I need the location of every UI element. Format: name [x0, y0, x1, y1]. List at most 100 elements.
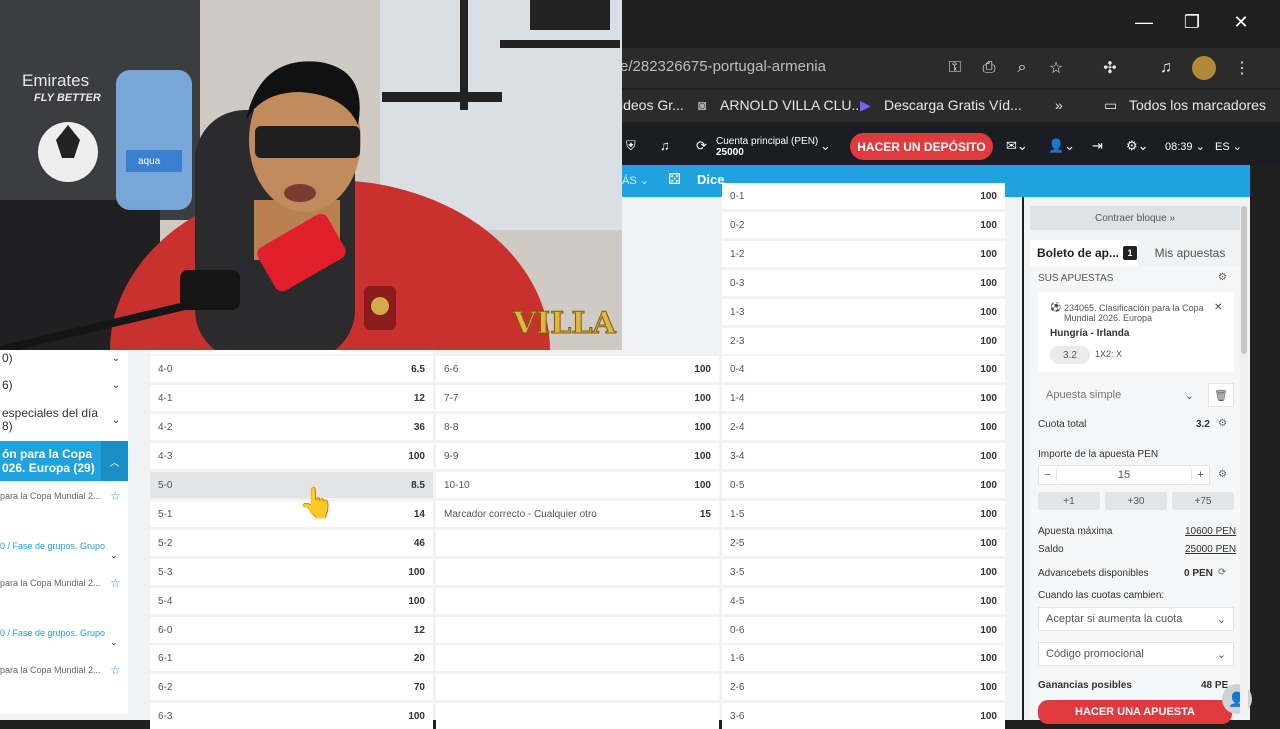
- score-cell[interactable]: 6-0 12: [150, 617, 433, 643]
- refresh-icon[interactable]: ⟳: [1218, 567, 1226, 578]
- scrollbar-thumb[interactable]: [1241, 206, 1247, 354]
- star-icon[interactable]: ☆: [1044, 56, 1068, 80]
- score-cell[interactable]: 2-3 100: [722, 328, 1005, 354]
- league-link[interactable]: para la Copa Mundial 2...: [0, 578, 101, 588]
- score-cell[interactable]: 0-1 100: [722, 183, 1005, 209]
- league-link[interactable]: para la Copa Mundial 2...: [0, 491, 101, 501]
- score-cell[interactable]: 2-6 100: [722, 674, 1005, 700]
- chevron-down-icon[interactable]: ⌄: [110, 637, 118, 648]
- score-cell[interactable]: 6-6 100: [436, 356, 719, 382]
- minimize-icon[interactable]: —: [1120, 0, 1168, 44]
- score-cell[interactable]: 8-8 100: [436, 414, 719, 440]
- score-cell[interactable]: 0-2 100: [722, 212, 1005, 238]
- trash-icon[interactable]: 🗑: [1208, 383, 1234, 407]
- sidebar-item[interactable]: especiales del día 8) ⌄: [0, 405, 128, 435]
- league-sub[interactable]: 0 / Fase de grupos. Grupo: [0, 541, 105, 551]
- install-icon[interactable]: ⎙: [977, 56, 1001, 80]
- max-bet-value[interactable]: 10600 PEN: [1185, 526, 1236, 537]
- language-select[interactable]: ES ⌄: [1215, 140, 1242, 153]
- star-icon[interactable]: ☆: [110, 576, 121, 590]
- score-cell[interactable]: 4-3 100: [150, 443, 433, 469]
- score-cell[interactable]: 9-9 100: [436, 443, 719, 469]
- score-cell[interactable]: 1-5 100: [722, 501, 1005, 527]
- score-cell[interactable]: 6-1 20: [150, 645, 433, 671]
- plus-icon[interactable]: +: [1191, 469, 1209, 481]
- promo-code-select[interactable]: Código promocional ⌄: [1038, 642, 1234, 666]
- stake-stepper[interactable]: −15 +: [1038, 465, 1210, 485]
- star-icon[interactable]: ☆: [110, 489, 121, 503]
- bet-type-select[interactable]: Apuesta simple ⌄: [1038, 383, 1202, 407]
- gear-icon[interactable]: ⚙: [1218, 272, 1227, 283]
- gear-icon[interactable]: ⚙⌄: [1126, 138, 1149, 154]
- extensions-icon[interactable]: ✣: [1098, 56, 1122, 80]
- bell-icon[interactable]: ♫: [660, 138, 670, 153]
- score-cell[interactable]: 6-2 70: [150, 674, 433, 700]
- bookmark-item[interactable]: Descarga Gratis Víd...: [884, 97, 1022, 113]
- score-cell[interactable]: 0-5 100: [722, 472, 1005, 498]
- all-bookmarks[interactable]: Todos los marcadores: [1129, 97, 1266, 113]
- score-cell[interactable]: 4-2 36: [150, 414, 433, 440]
- logout-icon[interactable]: ⇥: [1092, 138, 1103, 154]
- score-cell[interactable]: 2-4 100: [722, 414, 1005, 440]
- score-cell[interactable]: 5-1 14: [150, 501, 433, 527]
- score-cell[interactable]: 3-4 100: [722, 443, 1005, 469]
- stake-input[interactable]: 15: [1057, 469, 1191, 481]
- score-cell[interactable]: 7-7 100: [436, 385, 719, 411]
- score-cell[interactable]: 5-2 46: [150, 530, 433, 556]
- score-cell[interactable]: 5-3 100: [150, 559, 433, 585]
- league-sub[interactable]: 0 / Fase de grupos. Grupo: [0, 628, 105, 638]
- score-cell[interactable]: 0-3 100: [722, 270, 1005, 296]
- score-cell[interactable]: 5-0 8.5: [150, 472, 433, 498]
- account-info[interactable]: Cuenta principal (PEN) 25000: [716, 136, 818, 158]
- tab-betslip[interactable]: Boleto de ap... 1: [1030, 240, 1138, 266]
- score-cell[interactable]: 0-4 100: [722, 356, 1005, 382]
- score-cell[interactable]: 1-2 100: [722, 241, 1005, 267]
- score-cell[interactable]: 6-3 100: [150, 703, 433, 729]
- score-cell[interactable]: Marcador correcto - Cualquier otro 15: [436, 501, 719, 527]
- url-text[interactable]: e/282326675-portugal-armenia: [620, 58, 826, 75]
- quick-stake-button[interactable]: +75: [1172, 492, 1234, 510]
- place-bet-button[interactable]: HACER UNA APUESTA: [1038, 700, 1232, 724]
- quick-stake-button[interactable]: +30: [1105, 492, 1167, 510]
- score-cell[interactable]: 10-10 100: [436, 472, 719, 498]
- score-cell[interactable]: 4-1 12: [150, 385, 433, 411]
- quick-stake-button[interactable]: +1: [1038, 492, 1100, 510]
- mail-icon[interactable]: ✉⌄: [1006, 138, 1028, 154]
- score-cell[interactable]: 4-0 6.5: [150, 356, 433, 382]
- balance-value[interactable]: 25000 PEN: [1185, 544, 1236, 555]
- score-cell[interactable]: 2-5 100: [722, 530, 1005, 556]
- sidebar-item[interactable]: 6) ⌄: [0, 375, 128, 395]
- clock-time[interactable]: 08:39 ⌄: [1165, 140, 1205, 153]
- star-icon[interactable]: ☆: [110, 663, 121, 677]
- minus-icon[interactable]: −: [1039, 469, 1057, 481]
- score-cell[interactable]: 1-3 100: [722, 299, 1005, 325]
- nav-more[interactable]: ÁS ⌄: [622, 174, 649, 187]
- bookmark-item[interactable]: ideos Gr...: [620, 97, 684, 113]
- league-link[interactable]: para la Copa Mundial 2...: [0, 665, 101, 675]
- refresh-icon[interactable]: ⟳: [696, 138, 707, 154]
- tab-my-bets[interactable]: Mis apuestas: [1140, 240, 1240, 266]
- bookmark-item[interactable]: ARNOLD VILLA CLU...: [720, 97, 863, 113]
- dice-icon[interactable]: ⚄: [668, 170, 681, 188]
- chevron-down-icon[interactable]: ⌄: [820, 138, 831, 154]
- deposit-button[interactable]: HACER UN DEPÓSITO: [850, 133, 993, 160]
- gear-icon[interactable]: ⚙: [1218, 469, 1227, 480]
- score-cell[interactable]: 3-6 100: [722, 703, 1005, 729]
- odds-change-select[interactable]: Aceptar si aumenta la cuota ⌄: [1038, 607, 1234, 631]
- gear-icon[interactable]: ⚙: [1218, 418, 1227, 429]
- user-icon[interactable]: 👤⌄: [1048, 138, 1075, 154]
- sidebar-item[interactable]: 0) ⌄: [0, 348, 128, 368]
- score-cell[interactable]: 0-6 100: [722, 617, 1005, 643]
- remove-bet-icon[interactable]: ✕: [1214, 302, 1222, 313]
- shield-icon[interactable]: ⛨: [626, 138, 636, 154]
- bookmarks-overflow[interactable]: »: [1055, 97, 1063, 113]
- score-cell[interactable]: 3-5 100: [722, 559, 1005, 585]
- restore-icon[interactable]: ❐: [1168, 0, 1216, 44]
- collapse-button[interactable]: Contraer bloque »: [1030, 206, 1240, 230]
- key-icon[interactable]: ⚿: [943, 56, 967, 80]
- score-cell[interactable]: 4-5 100: [722, 588, 1005, 614]
- score-cell[interactable]: 5-4 100: [150, 588, 433, 614]
- nav-dice[interactable]: Dice: [697, 172, 724, 187]
- menu-icon[interactable]: ⋮: [1230, 56, 1254, 80]
- zoom-icon[interactable]: ⌕: [1010, 56, 1034, 80]
